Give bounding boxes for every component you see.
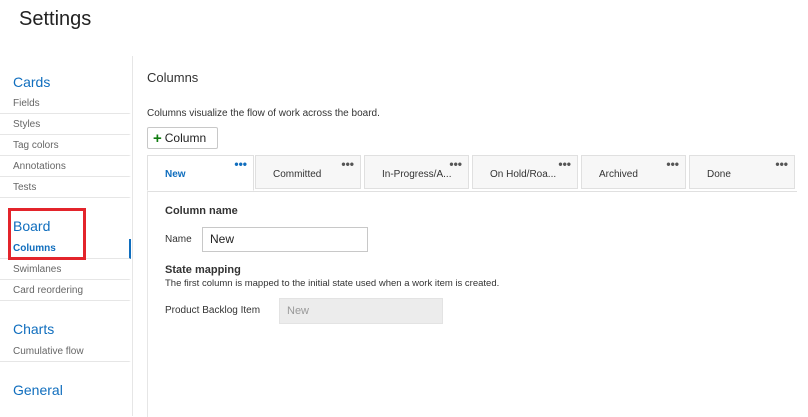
highlight-annotation-box: [8, 208, 86, 260]
section-description: Columns visualize the flow of work acros…: [147, 108, 380, 119]
product-backlog-item-label: Product Backlog Item: [165, 305, 261, 316]
section-heading: Columns: [147, 70, 199, 85]
tab-label: Archived: [599, 169, 638, 180]
tab-label: On Hold/Roa...: [490, 169, 557, 180]
tab-label: In-Progress/A...: [382, 169, 452, 180]
state-mapping-heading: State mapping: [165, 264, 241, 276]
column-name-input[interactable]: New: [202, 227, 368, 252]
sidebar-item-tag-colors[interactable]: Tag colors: [0, 136, 131, 156]
main-content: Columns Columns visualize the flow of wo…: [147, 56, 808, 417]
more-options-icon[interactable]: •••: [558, 157, 571, 171]
tab-committed[interactable]: Committed •••: [255, 155, 361, 189]
more-options-icon[interactable]: •••: [234, 157, 247, 171]
more-options-icon[interactable]: •••: [666, 157, 679, 171]
tab-label: Done: [707, 169, 731, 180]
tab-label: Committed: [273, 169, 322, 180]
tab-new[interactable]: New •••: [147, 155, 254, 191]
column-tabs: New ••• Committed ••• In-Progress/A... •…: [147, 155, 797, 192]
tab-in-progress[interactable]: In-Progress/A... •••: [364, 155, 469, 189]
page-title: Settings: [19, 8, 92, 30]
sidebar-section-general: General: [13, 382, 63, 398]
product-backlog-item-state-field[interactable]: New: [279, 298, 443, 324]
state-mapping-hint: The first column is mapped to the initia…: [165, 278, 500, 289]
add-column-button[interactable]: + Column: [147, 127, 218, 149]
column-name-heading: Column name: [165, 205, 238, 217]
sidebar-item-swimlanes[interactable]: Swimlanes: [0, 260, 131, 280]
more-options-icon[interactable]: •••: [449, 157, 462, 171]
more-options-icon[interactable]: •••: [775, 157, 788, 171]
sidebar-item-annotations[interactable]: Annotations: [0, 157, 131, 177]
tab-label: New: [165, 169, 186, 180]
column-settings-panel: Column name Name New State mapping The f…: [147, 191, 808, 417]
sidebar-item-fields[interactable]: Fields: [0, 94, 131, 114]
plus-icon: +: [153, 129, 162, 147]
tab-done[interactable]: Done •••: [689, 155, 795, 189]
sidebar-section-charts: Charts: [13, 321, 55, 337]
sidebar-section-cards: Cards: [13, 74, 51, 90]
sidebar-item-cumulative-flow[interactable]: Cumulative flow: [0, 342, 131, 362]
more-options-icon[interactable]: •••: [341, 157, 354, 171]
tab-on-hold[interactable]: On Hold/Roa... •••: [472, 155, 578, 189]
sidebar-item-card-reordering[interactable]: Card reordering: [0, 281, 131, 301]
sidebar-item-tests[interactable]: Tests: [0, 178, 131, 198]
sidebar-item-styles[interactable]: Styles: [0, 115, 131, 135]
name-label: Name: [165, 234, 192, 245]
add-column-label: Column: [164, 131, 207, 145]
tab-archived[interactable]: Archived •••: [581, 155, 686, 189]
